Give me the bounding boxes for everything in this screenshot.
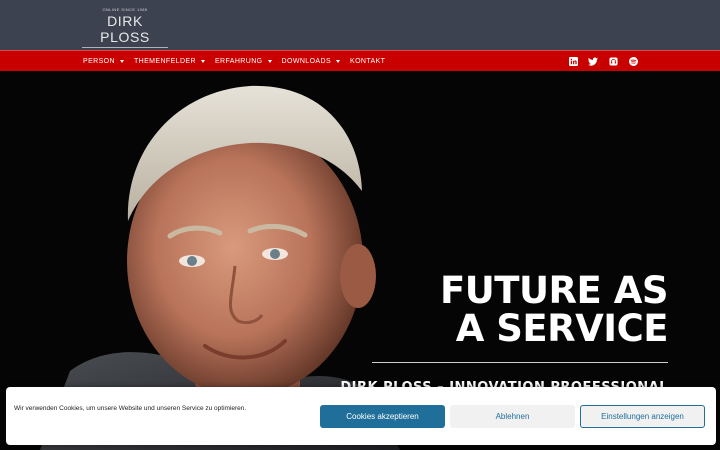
nav-item-person[interactable]: PERSON [83,58,124,65]
nav-item-kontakt[interactable]: KONTAKT [350,58,385,65]
logo-name: DIRK PLOSS [100,13,150,45]
logo-tagline-top: ONLINE SINCE 1985 [102,7,148,12]
linkedin-icon[interactable] [568,56,578,66]
nav-item-label: DOWNLOADS [281,58,332,65]
nav-item-label: KONTAKT [350,58,386,65]
hero-title: FUTURE AS A SERVICE [380,269,669,350]
caret-down-icon [200,60,205,63]
site-logo[interactable]: ONLINE SINCE 1985 DIRK PLOSS INNOVATION … [82,7,168,55]
caret-down-icon [336,60,341,63]
caret-down-icon [267,60,272,63]
spotify-icon[interactable] [628,56,638,66]
nav-item-label: THEMENFELDER [133,58,196,65]
hero-title-line: A SERVICE [455,307,669,350]
nav-item-downloads[interactable]: DOWNLOADS [282,58,341,65]
nav-item-label: ERFAHRUNG [214,58,263,65]
podcast-icon[interactable] [608,56,618,66]
hero-title-line: FUTURE AS [439,269,669,312]
nav-item-erfahrung[interactable]: ERFAHRUNG [215,58,272,65]
nav-item-themenfelder[interactable]: THEMENFELDER [134,58,205,65]
cookie-message: Wir verwenden Cookies, um unsere Website… [14,405,247,412]
cookie-banner: Wir verwenden Cookies, um unsere Website… [6,387,716,445]
accept-cookies-button[interactable]: Cookies akzeptieren [320,405,445,428]
site-header: ONLINE SINCE 1985 DIRK PLOSS INNOVATION … [0,0,720,55]
cookie-settings-button[interactable]: Einstellungen anzeigen [580,405,705,428]
hero-divider [372,362,668,363]
twitter-icon[interactable] [588,56,598,66]
caret-down-icon [119,60,124,63]
main-nav: PERSON THEMENFELDER ERFAHRUNG DOWNLOADS … [0,50,720,71]
deny-cookies-button[interactable]: Ablehnen [450,405,575,428]
logo-divider [82,47,168,48]
social-links [568,56,648,66]
nav-item-label: PERSON [83,58,115,65]
